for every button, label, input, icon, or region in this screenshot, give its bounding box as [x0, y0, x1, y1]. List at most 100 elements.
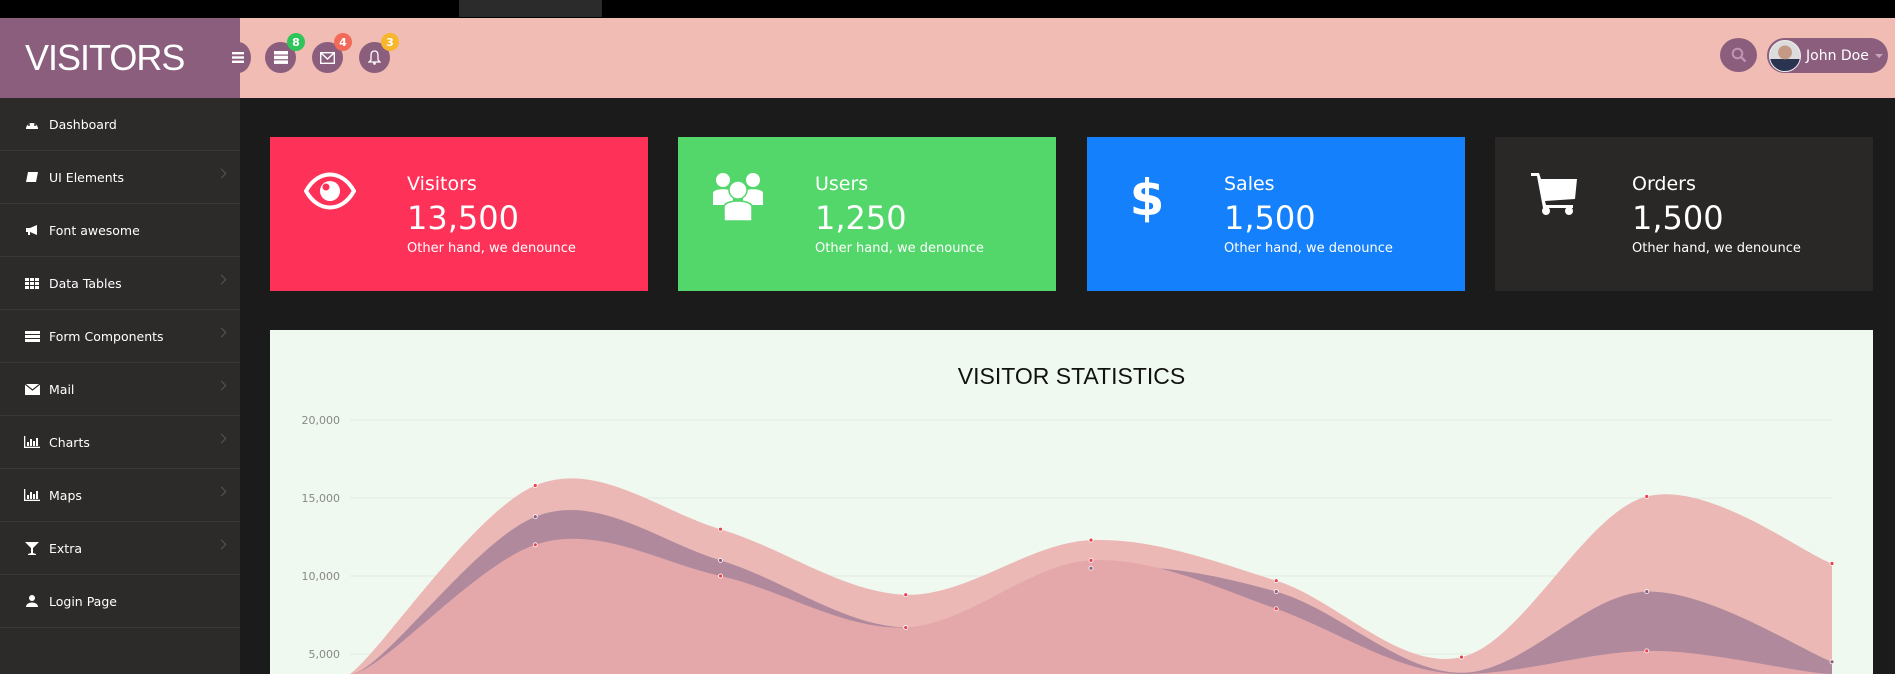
card-title: Orders — [1632, 173, 1696, 195]
header: VISITORS 8 4 3 John Doe — [0, 18, 1895, 98]
sidebar-item-mail[interactable]: Mail — [0, 363, 240, 416]
sidebar-item-data-tables[interactable]: Data Tables — [0, 257, 240, 310]
notifications-badge: 3 — [381, 33, 399, 51]
sidebar-item-ui-elements[interactable]: UI Elements — [0, 151, 240, 204]
eye-icon — [300, 171, 360, 231]
card-value: 1,500 — [1224, 199, 1316, 237]
sidebar-item-label: Form Components — [49, 328, 164, 344]
envelope-icon — [320, 51, 335, 64]
menu-toggle-button[interactable] — [225, 42, 251, 73]
top-bar — [0, 0, 1895, 18]
chevron-right-icon — [216, 486, 227, 497]
card-value: 13,500 — [407, 199, 519, 237]
data-point[interactable] — [718, 557, 723, 563]
user-menu[interactable]: John Doe — [1767, 38, 1888, 73]
y-tick-label: 20,000 — [302, 414, 341, 427]
data-point[interactable] — [1644, 494, 1650, 499]
cart-icon — [1525, 171, 1585, 231]
data-point[interactable] — [1829, 561, 1835, 566]
chevron-right-icon — [216, 380, 227, 391]
sidebar-item-label: UI Elements — [49, 169, 125, 185]
hamburger-icon — [232, 52, 244, 63]
users-icon — [708, 171, 768, 231]
glass-icon — [24, 541, 40, 555]
sidebar-item-form-components[interactable]: Form Components — [0, 310, 240, 363]
sidebar-item-dashboard[interactable]: Dashboard — [0, 98, 240, 151]
svg-text:$: $ — [1132, 171, 1162, 223]
chevron-right-icon — [216, 539, 227, 550]
tasks-button[interactable]: 8 — [265, 33, 305, 73]
data-point[interactable] — [1088, 537, 1094, 543]
sidebar-item-label: Maps — [49, 487, 82, 503]
data-point[interactable] — [1273, 578, 1279, 584]
sidebar-item-label: Data Tables — [49, 275, 122, 291]
chevron-right-icon — [216, 433, 227, 444]
brand-logo[interactable]: VISITORS — [0, 18, 240, 98]
chevron-right-icon — [216, 327, 227, 338]
form-icon — [24, 330, 40, 342]
book-icon — [24, 171, 40, 183]
data-point[interactable] — [532, 542, 538, 548]
data-point[interactable] — [1829, 659, 1835, 665]
bell-icon — [368, 50, 381, 65]
data-point[interactable] — [1273, 606, 1279, 612]
card-description: Other hand, we denounce — [1632, 241, 1801, 256]
envelope-icon — [24, 383, 40, 395]
card-description: Other hand, we denounce — [1224, 241, 1393, 256]
card-value: 1,250 — [815, 199, 907, 237]
card-title: Sales — [1224, 173, 1275, 195]
data-point[interactable] — [1088, 565, 1094, 571]
card-title: Users — [815, 173, 869, 195]
stat-card-sales: $ Sales 1,500 Other hand, we denounce — [1087, 137, 1465, 291]
data-point[interactable] — [903, 592, 909, 598]
search-button[interactable] — [1720, 38, 1757, 72]
dollar-icon: $ — [1117, 171, 1177, 231]
card-description: Other hand, we denounce — [815, 241, 984, 256]
messages-badge: 4 — [334, 33, 352, 51]
sidebar-item-label: Mail — [49, 381, 75, 397]
data-point[interactable] — [718, 573, 723, 579]
sidebar-item-label: Font awesome — [49, 222, 140, 238]
notifications-button[interactable]: 3 — [359, 33, 399, 73]
data-point[interactable] — [718, 526, 723, 532]
data-point[interactable] — [903, 625, 909, 630]
sidebar-item-label: Dashboard — [49, 116, 117, 132]
table-icon — [24, 277, 40, 289]
user-icon — [24, 595, 40, 607]
window-tab[interactable] — [459, 0, 602, 17]
sidebar-item-login-page[interactable]: Login Page — [0, 575, 240, 628]
data-point[interactable] — [1088, 557, 1094, 563]
stat-card-orders: Orders 1,500 Other hand, we denounce — [1495, 137, 1873, 291]
card-description: Other hand, we denounce — [407, 241, 576, 256]
sidebar: Dashboard UI Elements Font awesome Data Tab… — [0, 98, 240, 674]
sidebar-item-label: Charts — [49, 434, 90, 450]
card-title: Visitors — [407, 173, 477, 195]
sidebar-item-charts[interactable]: Charts — [0, 416, 240, 469]
chevron-right-icon — [216, 168, 227, 179]
sidebar-item-extra[interactable]: Extra — [0, 522, 240, 575]
bullhorn-icon — [24, 224, 40, 236]
chevron-right-icon — [216, 274, 227, 285]
y-tick-label: 10,000 — [302, 570, 341, 583]
data-point[interactable] — [1644, 648, 1650, 654]
data-point[interactable] — [1273, 589, 1279, 595]
dashboard-icon — [24, 118, 40, 130]
data-point[interactable] — [1459, 654, 1464, 660]
sidebar-item-maps[interactable]: Maps — [0, 469, 240, 522]
data-point[interactable] — [1644, 589, 1650, 595]
sidebar-item-label: Extra — [49, 540, 82, 556]
sidebar-item-font-awesome[interactable]: Font awesome — [0, 204, 240, 257]
user-name: John Doe — [1806, 47, 1869, 64]
stat-card-visitors: Visitors 13,500 Other hand, we denounce — [270, 137, 648, 291]
bar-chart-icon — [24, 489, 40, 501]
bar-chart-icon — [24, 436, 40, 448]
visitor-statistics-panel: VISITOR STATISTICS 5,000 10,000 15,000 20,0… — [270, 330, 1873, 674]
y-tick-label: 5,000 — [309, 648, 341, 661]
server-icon — [273, 51, 288, 64]
data-point[interactable] — [532, 483, 538, 488]
avatar — [1769, 39, 1801, 72]
data-point[interactable] — [532, 514, 538, 520]
tasks-badge: 8 — [287, 33, 305, 51]
visitor-statistics-chart: 5,000 10,000 15,000 20,000 — [302, 414, 1835, 674]
messages-button[interactable]: 4 — [312, 33, 352, 73]
